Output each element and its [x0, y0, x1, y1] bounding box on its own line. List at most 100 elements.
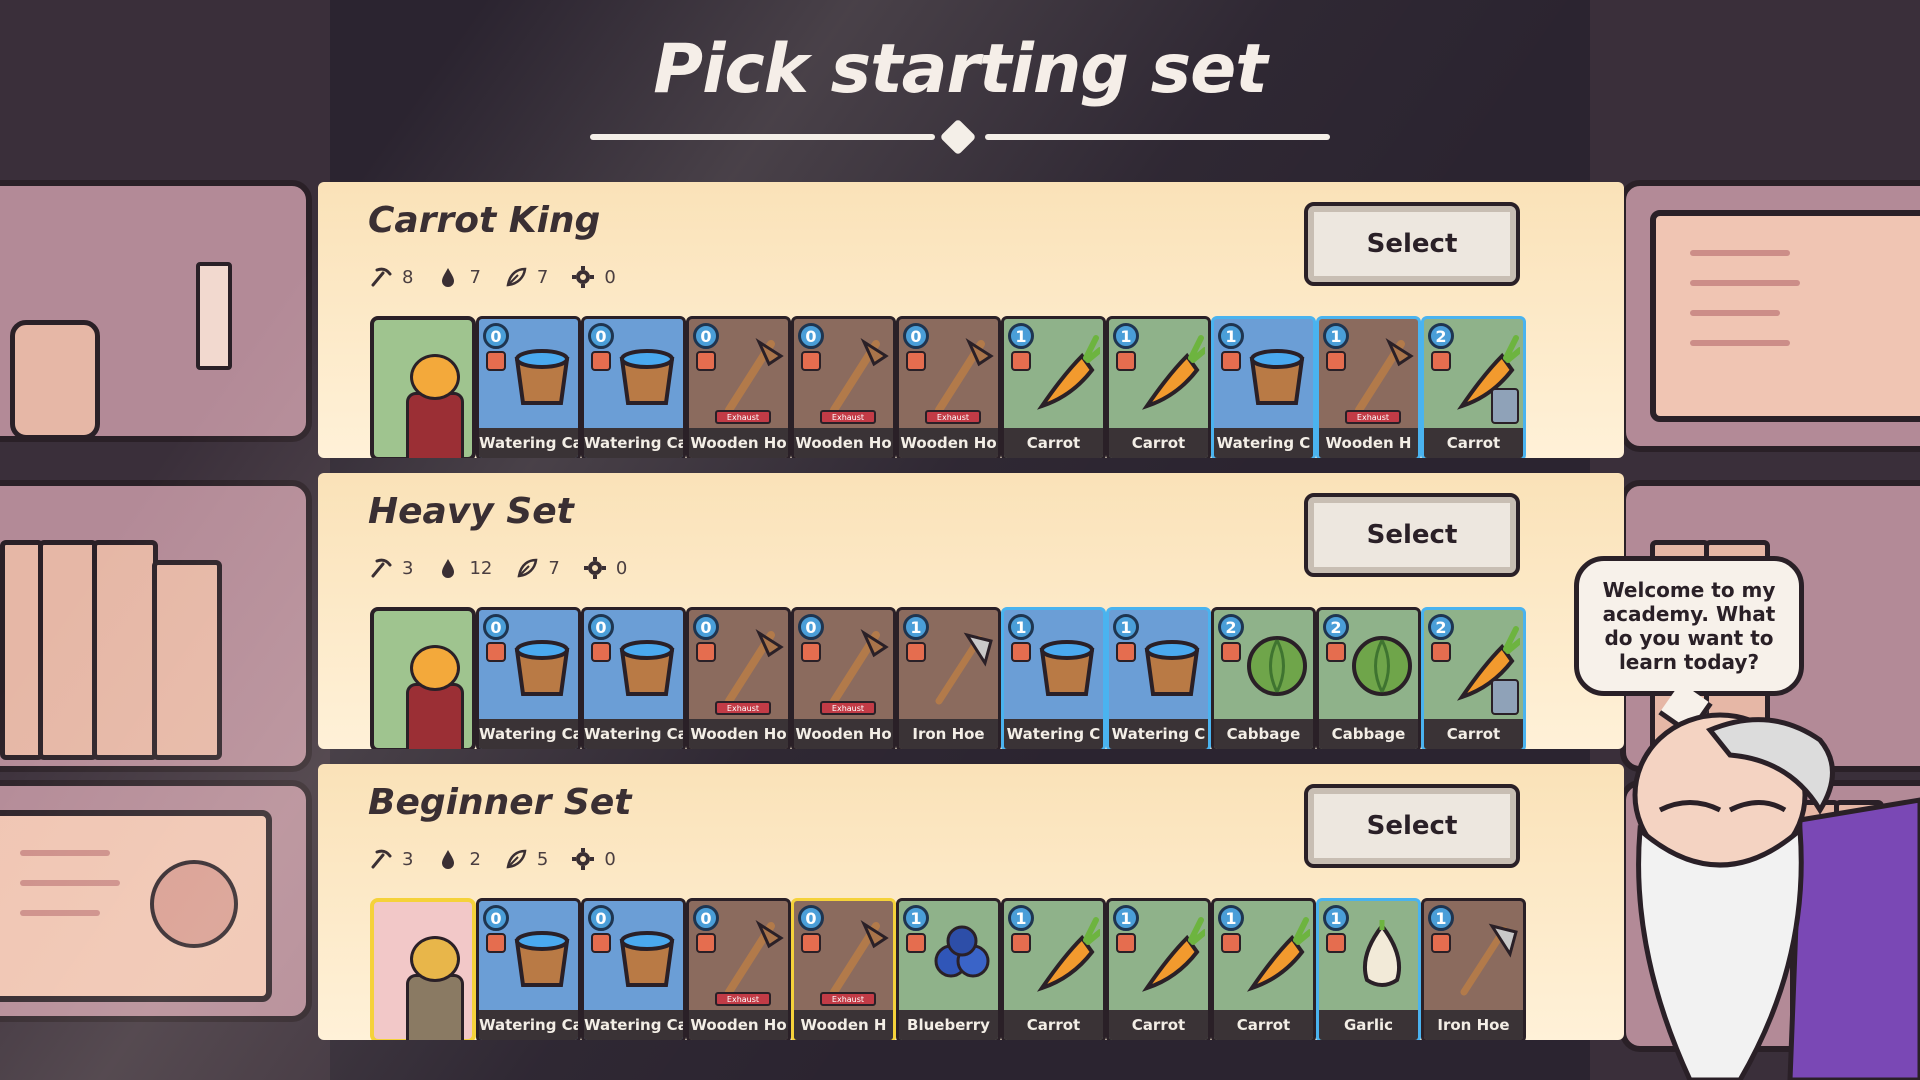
card-cost-badge: 0	[588, 323, 614, 349]
card[interactable]: 0 Exhaust Wooden Ho	[791, 316, 896, 458]
card[interactable]: 1 Carrot	[1001, 898, 1106, 1040]
gear-icon	[582, 555, 608, 581]
set-name: Heavy Set	[368, 491, 574, 532]
exhaust-badge: Exhaust	[715, 410, 771, 424]
stat-value: 7	[548, 557, 560, 579]
card-type-icon	[486, 351, 506, 371]
book-text-line	[20, 850, 110, 856]
card-cost-badge: 0	[483, 614, 509, 640]
card-name: Wooden Ho	[794, 428, 893, 458]
card-cost-badge: 1	[1008, 614, 1034, 640]
exhaust-badge: Exhaust	[925, 410, 981, 424]
card[interactable]: 1 Iron Hoe	[1421, 898, 1526, 1040]
card[interactable]: 0 Exhaust Wooden Ho	[896, 316, 1001, 458]
card-type-icon	[1431, 642, 1451, 662]
card-cost-badge: 0	[693, 614, 719, 640]
pumpkin-head-icon	[410, 354, 460, 400]
stat-value: 3	[402, 848, 414, 870]
exhaust-badge: Exhaust	[715, 992, 771, 1006]
card-cost-badge: 1	[1218, 905, 1244, 931]
card-type-icon	[1116, 642, 1136, 662]
card[interactable]: 0 Watering Ca	[476, 607, 581, 749]
card[interactable]: 0 Watering Ca	[476, 316, 581, 458]
card-cost-badge: 2	[1428, 614, 1454, 640]
card[interactable]: 2 Carrot	[1421, 607, 1526, 749]
select-button[interactable]: Select	[1304, 784, 1520, 868]
leaf-icon	[503, 846, 529, 872]
card[interactable]: 1 Carrot	[1211, 898, 1316, 1040]
card[interactable]: 0 Exhaust Wooden H	[791, 898, 896, 1040]
card-type-icon	[1011, 351, 1031, 371]
card[interactable]: 0 Watering Ca	[581, 607, 686, 749]
card-name: Wooden H	[794, 1010, 893, 1040]
character-portrait[interactable]	[370, 898, 476, 1040]
book-spine	[38, 540, 98, 760]
card-type-icon	[1116, 351, 1136, 371]
stat-value: 0	[615, 557, 628, 579]
card-cost-badge: 1	[1008, 323, 1034, 349]
card-type-icon	[801, 642, 821, 662]
stat-value: 0	[604, 266, 616, 288]
card-cost-badge: 1	[1113, 905, 1139, 931]
stat-value: 3	[402, 557, 414, 579]
card[interactable]: 1 Blueberry	[896, 898, 1001, 1040]
ironhoe-icon	[1452, 911, 1522, 1001]
card[interactable]: 1 Iron Hoe	[896, 607, 1001, 749]
character-portrait[interactable]	[370, 607, 476, 749]
speech-bubble: Welcome to my academy. What do you want …	[1574, 556, 1804, 696]
card[interactable]: 1 Exhaust Wooden H	[1316, 316, 1421, 458]
book-text-line	[1690, 340, 1790, 346]
card[interactable]: 0 Exhaust Wooden Ho	[686, 898, 791, 1040]
card[interactable]: 0 Watering Ca	[476, 898, 581, 1040]
gear-icon	[570, 846, 596, 872]
stat-item: 0	[582, 555, 627, 581]
card-cost-badge: 0	[798, 323, 824, 349]
card[interactable]: 0 Watering Ca	[581, 898, 686, 1040]
card-name: Watering Ca	[584, 1010, 683, 1040]
leaf-emblem-icon	[939, 118, 977, 156]
set-panel: Heavy Set 3 1 2 7 0 Select 0 Watering Ca 0 Wate…	[318, 473, 1624, 749]
card[interactable]: 1 Carrot	[1106, 316, 1211, 458]
character-portrait[interactable]	[370, 316, 476, 458]
character-body	[406, 974, 464, 1040]
card-name: Cabbage	[1319, 719, 1418, 749]
card-name: Wooden H	[1319, 428, 1418, 458]
card-type-icon	[906, 933, 926, 953]
card-cost-badge: 0	[798, 905, 824, 931]
card[interactable]: 0 Exhaust Wooden Ho	[686, 607, 791, 749]
book-spine	[92, 540, 158, 760]
card[interactable]: 2 Cabbage	[1316, 607, 1421, 749]
card-type-icon	[696, 642, 716, 662]
card-cost-badge: 2	[1323, 614, 1349, 640]
card[interactable]: 1 Garlic	[1316, 898, 1421, 1040]
card-cost-badge: 0	[798, 614, 824, 640]
card[interactable]: 1 Watering C	[1211, 316, 1316, 458]
select-button[interactable]: Select	[1304, 202, 1520, 286]
card-bonus-icon	[1491, 679, 1519, 715]
stat-item: 3	[368, 846, 413, 872]
leaf-icon	[514, 555, 540, 581]
hoe-icon	[717, 620, 787, 710]
card[interactable]: 0 Watering Ca	[581, 316, 686, 458]
select-button[interactable]: Select	[1304, 493, 1520, 577]
card-cost-badge: 1	[1218, 323, 1244, 349]
set-panel: Beginner Set 3 2 5 0 Select 0 Watering Ca 0 Wa…	[318, 764, 1624, 1040]
title-divider-right	[985, 134, 1330, 140]
card[interactable]: 0 Exhaust Wooden Ho	[686, 316, 791, 458]
card[interactable]: 1 Watering C	[1106, 607, 1211, 749]
card-name: Carrot	[1004, 1010, 1103, 1040]
card[interactable]: 1 Carrot	[1001, 316, 1106, 458]
stat-item: 7	[503, 264, 548, 290]
card[interactable]: 2 Carrot	[1421, 316, 1526, 458]
pickaxe-icon	[368, 264, 394, 290]
hoe-icon	[927, 329, 997, 419]
card[interactable]: 0 Exhaust Wooden Ho	[791, 607, 896, 749]
card[interactable]: 1 Carrot	[1106, 898, 1211, 1040]
hoe-icon	[717, 911, 787, 1001]
book-text-line	[20, 880, 120, 886]
card[interactable]: 1 Watering C	[1001, 607, 1106, 749]
pickaxe-icon	[368, 555, 394, 581]
card[interactable]: 2 Cabbage	[1211, 607, 1316, 749]
card-cost-badge: 2	[1218, 614, 1244, 640]
card-type-icon	[486, 642, 506, 662]
